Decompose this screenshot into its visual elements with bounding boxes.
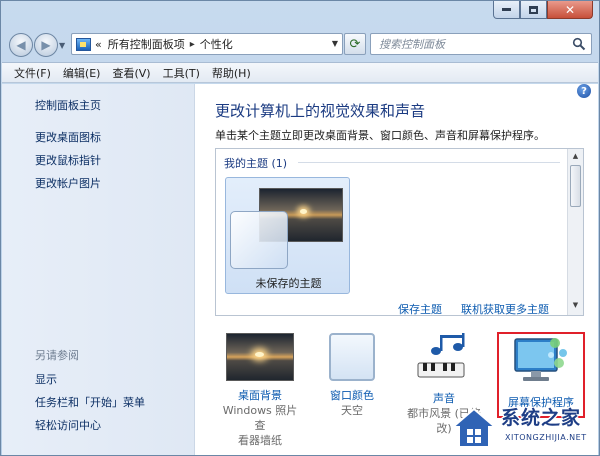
window-color-swatch [329, 333, 375, 381]
maximize-icon [529, 5, 538, 14]
sunset-image [255, 352, 264, 357]
online-themes-link[interactable]: 联机获取更多主题 [461, 301, 549, 317]
personalization-window: ✕ ◀ ▶ ▼ « 所有控制面板项 ▸ 个性化 ▼ ⟳ 搜索控制面板 文件(F)… [0, 0, 600, 456]
minimize-icon [502, 8, 511, 11]
scrollbar-thumb[interactable] [570, 165, 581, 207]
desktop-background-item[interactable]: 桌面背景 Windows 照片查 看器墙纸 [218, 333, 302, 448]
desktop-background-thumbnail [226, 333, 294, 381]
menu-tools[interactable]: 工具(T) [157, 65, 206, 81]
window-color-label[interactable]: 窗口颜色 [310, 387, 394, 403]
back-arrow-icon: ◀ [16, 38, 26, 52]
theme-tile-unsaved[interactable]: 未保存的主题 [225, 177, 350, 294]
menu-view[interactable]: 查看(V) [106, 65, 156, 81]
search-icon[interactable] [572, 37, 586, 51]
sidebar-link-ease-of-access[interactable]: 轻松访问中心 [35, 417, 101, 433]
theme-list: 我的主题 (1) 未保存的主题 ▲ ▼ 保存主题 联机获取更多主题 [215, 148, 584, 316]
page-subtitle: 单击某个主题立即更改桌面背景、窗口颜色、声音和屏幕保护程序。 [215, 129, 545, 142]
sound-icon [417, 333, 465, 378]
sidebar-link-taskbar-start-menu[interactable]: 任务栏和「开始」菜单 [35, 394, 145, 410]
window-color-item[interactable]: 窗口颜色 天空 [310, 333, 394, 418]
sunset-image [300, 209, 307, 214]
refresh-icon: ⟳ [349, 36, 361, 52]
help-icon[interactable]: ? [577, 84, 591, 98]
refresh-button[interactable]: ⟳ [344, 33, 366, 55]
theme-name-label: 未保存的主题 [255, 277, 322, 290]
address-row: ◀ ▶ ▼ « 所有控制面板项 ▸ 个性化 ▼ ⟳ 搜索控制面板 [1, 31, 600, 59]
menu-help[interactable]: 帮助(H) [206, 65, 257, 81]
sidebar-link-mouse-pointers[interactable]: 更改鼠标指针 [35, 152, 101, 168]
sidebar-link-control-panel-home[interactable]: 控制面板主页 [35, 97, 101, 113]
close-icon: ✕ [564, 2, 576, 17]
control-panel-icon [76, 37, 91, 51]
watermark-url: XITONGZHIJIA.NET [505, 433, 587, 442]
scroll-up-icon[interactable]: ▲ [570, 151, 581, 162]
breadcrumb-all-items[interactable]: 所有控制面板项 [108, 36, 185, 52]
address-dropdown-icon[interactable]: ▼ [332, 39, 338, 48]
back-button[interactable]: ◀ [9, 33, 33, 57]
window-color-value: 天空 [341, 404, 363, 417]
forward-arrow-icon: ▶ [41, 38, 51, 52]
search-placeholder: 搜索控制面板 [379, 38, 445, 51]
search-input[interactable]: 搜索控制面板 [370, 33, 592, 55]
close-button[interactable]: ✕ [547, 1, 593, 19]
sidebar-link-desktop-icons[interactable]: 更改桌面图标 [35, 129, 101, 145]
desktop-background-label[interactable]: 桌面背景 [218, 387, 302, 403]
sidebar: 控制面板主页 更改桌面图标 更改鼠标指针 更改帐户图片 另请参阅 显示 任务栏和… [2, 84, 195, 455]
breadcrumb-personalization[interactable]: 个性化 [200, 36, 233, 52]
page-title: 更改计算机上的视觉效果和声音 [215, 102, 426, 120]
menu-file[interactable]: 文件(F) [8, 65, 57, 81]
watermark-house-icon [450, 407, 498, 448]
menu-edit[interactable]: 编辑(E) [57, 65, 107, 81]
sidebar-link-display[interactable]: 显示 [35, 371, 57, 387]
breadcrumb-overflow[interactable]: « [95, 38, 102, 51]
caption-buttons: ✕ [493, 1, 593, 19]
watermark-logo: 系统之家 XITONGZHIJIA.NET [449, 399, 599, 455]
save-theme-link[interactable]: 保存主题 [398, 301, 442, 317]
breadcrumb-separator[interactable]: ▸ [190, 39, 195, 50]
theme-color-swatch [230, 211, 288, 269]
desktop-background-value-line2: 看器墙纸 [238, 434, 282, 447]
sidebar-link-account-picture[interactable]: 更改帐户图片 [35, 175, 101, 191]
maximize-button[interactable] [520, 1, 547, 19]
scroll-down-icon[interactable]: ▼ [570, 300, 581, 311]
forward-button[interactable]: ▶ [34, 33, 58, 57]
my-themes-header: 我的主题 (1) [224, 157, 288, 170]
address-bar[interactable]: « 所有控制面板项 ▸ 个性化 ▼ [71, 33, 343, 55]
minimize-button[interactable] [493, 1, 520, 19]
menu-bar: 文件(F) 编辑(E) 查看(V) 工具(T) 帮助(H) [2, 62, 598, 83]
theme-list-scrollbar[interactable]: ▲ ▼ [567, 149, 583, 315]
see-also-header: 另请参阅 [35, 349, 79, 362]
section-divider [298, 162, 560, 163]
desktop-background-value-line1: Windows 照片查 [222, 404, 298, 432]
watermark-text: 系统之家 [501, 407, 582, 429]
recent-pages-dropdown[interactable]: ▼ [59, 41, 65, 50]
